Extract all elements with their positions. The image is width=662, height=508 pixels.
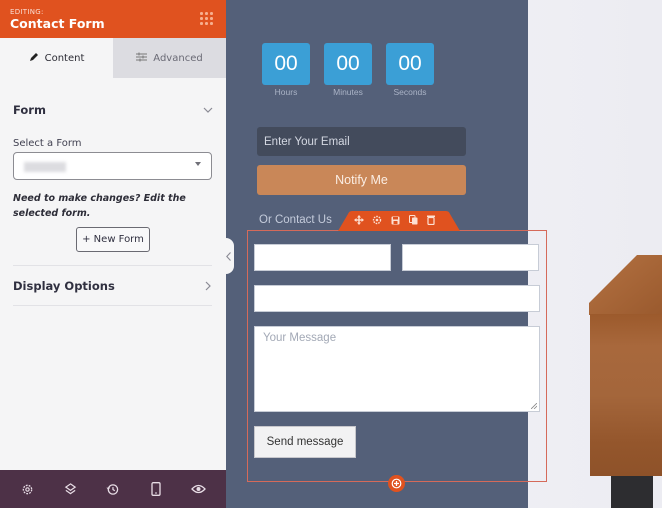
chevron-right-icon xyxy=(205,276,211,295)
divider xyxy=(13,305,212,306)
editor-sidebar: EDITING: Contact Form Content Advanced F… xyxy=(0,0,226,508)
edit-form-note[interactable]: Need to make changes? Edit the selected … xyxy=(13,191,213,221)
email-input[interactable]: Enter Your Email xyxy=(257,127,466,156)
editing-label: EDITING: xyxy=(10,8,44,16)
settings-icon[interactable] xyxy=(371,214,383,226)
countdown-minutes-label: Minutes xyxy=(333,87,363,97)
tab-content-label: Content xyxy=(44,52,85,64)
form-section-title: Form xyxy=(13,103,46,117)
first-name-input[interactable] xyxy=(254,244,391,271)
grid-dots-icon[interactable] xyxy=(200,12,214,26)
sidebar-footer xyxy=(0,470,226,508)
sliders-icon xyxy=(136,52,148,65)
tab-advanced[interactable]: Advanced xyxy=(113,38,226,78)
gear-icon[interactable] xyxy=(19,481,35,497)
save-icon[interactable] xyxy=(389,214,401,226)
resize-handle-icon[interactable] xyxy=(531,403,537,409)
new-form-button[interactable]: + New Form xyxy=(76,227,150,252)
display-options-title: Display Options xyxy=(13,278,115,293)
form-section-header[interactable]: Form xyxy=(13,98,213,122)
notify-me-button[interactable]: Notify Me xyxy=(257,165,466,195)
plus-circle-icon xyxy=(391,478,402,489)
contact-heading: Or Contact Us xyxy=(259,214,332,226)
collapse-sidebar-button[interactable] xyxy=(222,238,234,274)
countdown-seconds: 00 xyxy=(386,43,434,85)
table-leg xyxy=(611,476,653,508)
display-options-header[interactable]: Display Options xyxy=(13,276,211,295)
pencil-icon xyxy=(29,52,39,65)
tab-advanced-label: Advanced xyxy=(153,52,203,64)
layers-icon[interactable] xyxy=(62,481,78,497)
countdown-hours: 00 xyxy=(262,43,310,85)
message-textarea[interactable]: Your Message xyxy=(254,326,540,412)
wood-block xyxy=(590,314,662,476)
chevron-down-icon xyxy=(203,105,213,116)
countdown-hours-label: Hours xyxy=(274,87,298,97)
countdown-minutes: 00 xyxy=(324,43,372,85)
last-name-input[interactable] xyxy=(402,244,539,271)
tab-content[interactable]: Content xyxy=(0,38,113,78)
sidebar-header: EDITING: Contact Form xyxy=(0,0,226,38)
caret-down-icon xyxy=(195,162,201,166)
history-icon[interactable] xyxy=(105,481,121,497)
eye-icon[interactable] xyxy=(191,481,207,497)
countdown-seconds-label: Seconds xyxy=(393,87,427,97)
delete-icon[interactable] xyxy=(425,214,437,226)
wood-block-top xyxy=(589,255,662,315)
mobile-icon[interactable] xyxy=(148,481,164,497)
select-form-label: Select a Form xyxy=(13,138,82,149)
sidebar-tabs: Content Advanced xyxy=(0,38,226,78)
module-title: Contact Form xyxy=(10,16,105,31)
duplicate-icon[interactable] xyxy=(407,214,419,226)
form-select[interactable] xyxy=(13,152,212,180)
email-field[interactable] xyxy=(254,285,540,312)
message-placeholder: Your Message xyxy=(263,332,337,344)
block-toolbar xyxy=(338,211,460,231)
add-block-button[interactable] xyxy=(388,475,405,492)
move-icon[interactable] xyxy=(353,214,365,226)
selected-form-value xyxy=(24,162,66,172)
chevron-left-icon xyxy=(225,251,231,261)
divider xyxy=(13,265,212,266)
send-message-button[interactable]: Send message xyxy=(254,426,356,458)
